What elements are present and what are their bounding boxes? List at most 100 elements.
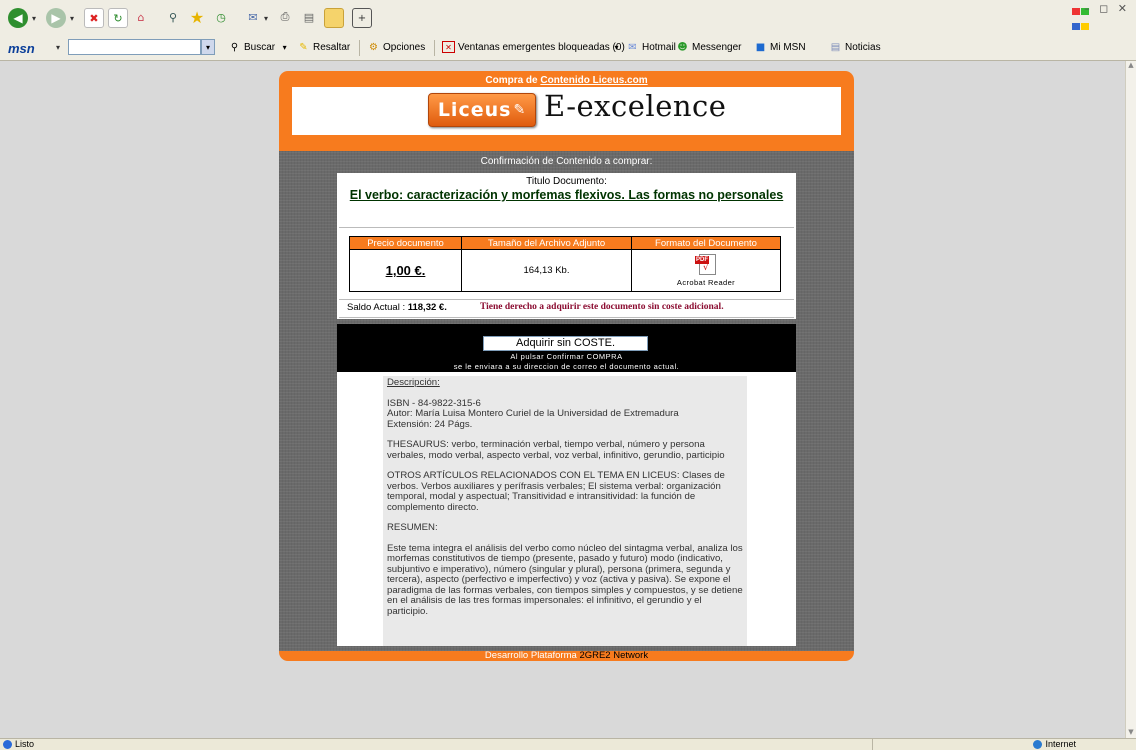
confirm-heading: Confirmación de Contenido a comprar: <box>480 156 653 167</box>
home-icon[interactable]: ⌂ <box>132 8 150 26</box>
acquire-button[interactable]: Adquirir sin COSTE. <box>483 336 648 351</box>
msn-dropdown-icon[interactable]: ▾ <box>56 43 60 52</box>
messenger-button[interactable]: ☻ Messenger <box>676 41 741 53</box>
opciones-button[interactable]: ⚙ Opciones <box>367 41 425 53</box>
resaltar-button[interactable]: ✎ Resaltar <box>297 41 350 53</box>
noticias-button[interactable]: ▤ Noticias <box>829 41 881 53</box>
pdf-icon: PDF √ <box>695 254 717 276</box>
doc-title-label: Titulo Documento: <box>526 176 607 187</box>
description-summary-label: RESUMEN: <box>387 522 438 533</box>
price-table: Precio documento Tamaño del Archivo Adju… <box>349 236 781 292</box>
status-right: Internet <box>1033 739 1076 749</box>
header-link[interactable]: Contenido Liceus.com <box>540 75 647 86</box>
divider <box>339 227 794 228</box>
mail-icon[interactable]: ✉ <box>244 8 262 26</box>
edit-icon[interactable]: ▤ <box>300 8 318 26</box>
vertical-scrollbar[interactable]: ▲ ▼ <box>1125 61 1136 738</box>
standard-toolbar: ◀ ▾ ▶ ▾ ✖ ↻ ⌂ ⚲ ★ ◷ ✉ ▾ ⎙ ▤ + – ◻ ✕ <box>0 0 1136 37</box>
forward-icon[interactable]: ▶ <box>46 8 66 28</box>
back-icon[interactable]: ◀ <box>8 8 28 28</box>
doc-title-link[interactable]: El verbo: caracterización y morfemas fle… <box>347 188 786 203</box>
status-panels <box>872 739 993 750</box>
page-header: Compra de Contenido Liceus.com Liceus ✎ E… <box>279 71 854 151</box>
print-icon[interactable]: ⎙ <box>276 8 294 26</box>
opciones-label: Opciones <box>383 41 426 53</box>
msn-logo[interactable]: msn <box>8 41 35 56</box>
balance-label: Saldo Actual : <box>347 302 408 313</box>
status-bar: Listo Internet <box>0 738 1136 750</box>
description-heading: Descripción: <box>387 377 440 388</box>
buscar-dropdown-icon[interactable]: ▾ <box>278 41 291 53</box>
balance-text: Saldo Actual : 118,32 €. <box>347 302 447 313</box>
format-cell: PDF √ Acrobat Reader <box>632 250 780 291</box>
resaltar-label: Resaltar <box>313 41 351 53</box>
buscar-label: Buscar <box>244 41 276 53</box>
toolbar-separator <box>359 40 360 56</box>
msn-toolbar: msn ▾ ▾ ⚲ Buscar ▾ ✎ Resaltar ⚙ Opciones… <box>0 36 1136 61</box>
header-prefix: Compra de <box>485 75 541 86</box>
price-cell: 1,00 €. <box>350 250 462 291</box>
forward-dropdown-icon[interactable]: ▾ <box>70 14 74 23</box>
internet-zone-icon <box>1033 739 1043 749</box>
liceus-logo-text: Liceus <box>437 99 512 121</box>
size-header: Tamaño del Archivo Adjunto <box>462 237 632 250</box>
size-cell: 164,13 Kb. <box>462 250 632 291</box>
price-value[interactable]: 1,00 €. <box>386 263 426 278</box>
mimsn-icon: ■ <box>755 41 766 53</box>
back-dropdown-icon[interactable]: ▾ <box>32 14 36 23</box>
toolbar-separator <box>434 40 435 56</box>
scroll-down-icon[interactable]: ▼ <box>1126 728 1136 738</box>
mimsn-button[interactable]: ■ Mi MSN <box>754 41 806 53</box>
favorites-icon[interactable]: ★ <box>188 8 206 27</box>
browser-viewport: Compra de Contenido Liceus.com Liceus ✎ E… <box>0 61 1126 738</box>
eexcellence-logo: E-excelence <box>544 89 727 123</box>
price-header: Precio documento <box>350 237 462 250</box>
buscar-button[interactable]: ⚲ Buscar ▾ <box>228 41 291 53</box>
description-summary: Este tema integra el análisis del verbo … <box>387 542 743 617</box>
scroll-up-icon[interactable]: ▲ <box>1126 61 1136 71</box>
divider <box>339 299 794 300</box>
page-body: Confirmación de Contenido a comprar: Tit… <box>279 151 854 651</box>
status-left: Listo <box>3 739 34 749</box>
mimsn-label: Mi MSN <box>770 41 806 53</box>
liceus-logo: Liceus ✎ <box>428 93 536 127</box>
folder-icon[interactable] <box>324 8 344 28</box>
hotmail-icon: ✉ <box>628 41 637 53</box>
refresh-icon[interactable]: ↻ <box>108 8 128 28</box>
hotmail-label: Hotmail <box>642 41 676 53</box>
description-box: Descripción: ISBN - 84-9822-315-6 Autor:… <box>383 376 747 646</box>
history-icon[interactable]: ◷ <box>212 8 230 26</box>
format-value: Acrobat Reader <box>676 278 736 287</box>
description-section: Descripción: ISBN - 84-9822-315-6 Autor:… <box>337 372 796 646</box>
window-controls[interactable]: – ◻ ✕ <box>1084 2 1130 15</box>
purchase-page: Compra de Contenido Liceus.com Liceus ✎ E… <box>279 71 854 661</box>
purchase-note-line2: se le enviara a su direccion de correo e… <box>453 362 680 371</box>
purchase-note-line1: Al pulsar Confirmar COMPRA <box>510 352 623 361</box>
messenger-label: Messenger <box>692 41 742 53</box>
mail-dropdown-icon[interactable]: ▾ <box>264 14 268 23</box>
purchase-band: Adquirir sin COSTE. Al pulsar Confirmar … <box>337 324 796 372</box>
search-input[interactable] <box>68 39 201 55</box>
free-download-notice: Tiene derecho a adquirir este documento … <box>480 302 724 312</box>
search-dropdown-icon[interactable]: ▾ <box>201 39 215 55</box>
magnifier-icon: ⚲ <box>230 41 239 53</box>
stop-icon[interactable]: ✖ <box>84 8 104 28</box>
popup-blocker-button[interactable]: ✕ Ventanas emergentes bloqueadas (0) <box>442 41 625 53</box>
hotmail-button[interactable]: ▾ ✉ Hotmail <box>610 41 676 53</box>
footer-network[interactable]: 2GRE2 Network <box>579 650 648 661</box>
description-meta: ISBN - 84-9822-315-6 Autor: María Luisa … <box>387 397 679 430</box>
pencil-icon: ✎ <box>513 102 527 118</box>
noticias-label: Noticias <box>845 41 881 53</box>
footer-prefix: Desarrollo Plataforma <box>484 650 580 661</box>
balance-value: 118,32 €. <box>407 302 447 313</box>
divider <box>339 317 794 318</box>
search-icon[interactable]: ⚲ <box>164 8 182 26</box>
hotmail-dropdown-icon[interactable]: ▾ <box>610 41 623 53</box>
header-title: Compra de Contenido Liceus.com <box>279 75 854 86</box>
messenger-icon[interactable]: + <box>352 8 372 28</box>
description-thesaurus: THESAURUS: verbo, terminación verbal, ti… <box>387 439 725 461</box>
format-header: Formato del Documento <box>632 237 780 250</box>
page-done-icon <box>3 739 12 749</box>
news-icon: ▤ <box>830 41 841 53</box>
status-text: Listo <box>15 739 35 749</box>
